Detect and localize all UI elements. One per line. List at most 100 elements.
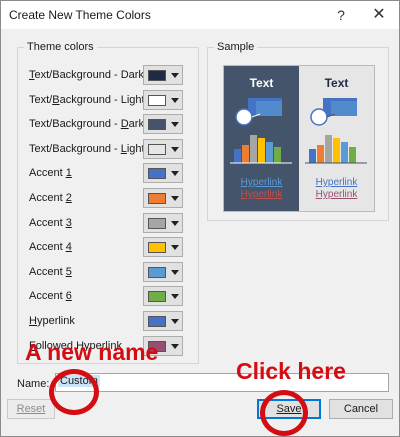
- theme-color-label: Text/Background - Dark 1: [29, 69, 153, 81]
- sample-light-panel: Text Hyperlink Hyperlink: [299, 66, 374, 211]
- sample-dark-hyperlink: Hyperlink: [240, 177, 283, 188]
- color-swatch: [148, 267, 166, 278]
- cancel-button-label: Cancel: [343, 403, 379, 415]
- theme-color-row: Text/Background - Dark 1: [29, 65, 194, 87]
- chevron-down-icon: [171, 221, 179, 226]
- theme-color-label-accel: 2: [65, 192, 72, 204]
- sample-dark-panel: Text Hyperlink Hyperlink: [224, 66, 299, 211]
- theme-color-label-pre: Accent: [29, 266, 66, 278]
- theme-color-label-accel: H: [29, 315, 37, 327]
- theme-color-label: Text/Background - Light 1: [29, 94, 154, 106]
- theme-color-label: Accent 6: [29, 290, 72, 302]
- theme-color-label: Accent 5: [29, 266, 72, 278]
- color-swatch: [148, 144, 166, 155]
- theme-color-label-accel: 5: [65, 266, 72, 278]
- theme-color-label-pre: Accent: [29, 192, 66, 204]
- theme-color-row: Accent 1: [29, 163, 194, 185]
- reset-button[interactable]: Reset: [7, 399, 55, 419]
- color-picker-button[interactable]: [143, 311, 183, 331]
- color-swatch: [148, 70, 166, 81]
- reset-button-label: Reset: [16, 403, 46, 415]
- color-swatch: [148, 242, 166, 253]
- theme-color-label-pre: Text/Background -: [29, 143, 121, 155]
- theme-color-label: Accent 4: [29, 241, 72, 253]
- color-swatch: [148, 95, 166, 106]
- title-bar: Create New Theme Colors ? ✕: [1, 1, 399, 29]
- close-button[interactable]: ✕: [367, 5, 391, 25]
- chevron-down-icon: [171, 147, 179, 152]
- theme-color-label-pre: Text/Background -: [29, 118, 121, 130]
- chevron-down-icon: [171, 294, 179, 299]
- theme-color-row: Accent 2: [29, 188, 194, 210]
- theme-color-row: Accent 6: [29, 286, 194, 308]
- theme-color-label-pre: Text/: [29, 94, 53, 106]
- annotation-new-name: A new name: [25, 339, 159, 365]
- color-picker-button[interactable]: [143, 90, 183, 110]
- sample-dark-text: Text: [249, 76, 274, 90]
- chevron-down-icon: [171, 270, 179, 275]
- theme-color-label-pre: Accent: [29, 290, 66, 302]
- chevron-down-icon: [171, 73, 179, 78]
- theme-color-label: Text/Background - Light 2: [29, 143, 154, 155]
- theme-color-row: Accent 5: [29, 262, 194, 284]
- theme-color-label-accel: D: [120, 118, 129, 130]
- chevron-down-icon: [171, 98, 179, 103]
- theme-color-label-pre: Accent: [29, 167, 66, 179]
- theme-color-label-post: yperlink: [36, 315, 75, 327]
- color-swatch: [148, 316, 166, 327]
- chevron-down-icon: [171, 344, 179, 349]
- theme-color-label-accel: 3: [65, 217, 72, 229]
- theme-color-row: Hyperlink: [29, 311, 194, 333]
- annotation-circle-name: [49, 369, 99, 415]
- color-swatch: [148, 168, 166, 179]
- help-button[interactable]: ?: [329, 5, 353, 25]
- theme-color-label: Accent 2: [29, 192, 72, 204]
- color-picker-button[interactable]: [143, 163, 183, 183]
- color-picker-button[interactable]: [143, 65, 183, 85]
- theme-color-row: Text/Background - Light 2: [29, 139, 194, 161]
- theme-color-label-post: ext/Background - Dark 1: [34, 69, 154, 81]
- dialog-title: Create New Theme Colors: [9, 8, 151, 22]
- theme-color-label-pre: Accent: [29, 241, 66, 253]
- theme-color-label-accel: B: [52, 94, 60, 106]
- sample-dark-followed-hyperlink: Hyperlink: [240, 189, 283, 200]
- theme-color-row: Text/Background - Dark 2: [29, 114, 194, 136]
- theme-color-label-accel: 4: [65, 241, 72, 253]
- sample-legend: Sample: [214, 41, 258, 53]
- theme-color-label-post: ackground - Light 1: [59, 94, 154, 106]
- color-picker-button[interactable]: [143, 286, 183, 306]
- theme-color-label: Accent 1: [29, 167, 72, 179]
- sample-light-hyperlink: Hyperlink: [315, 177, 358, 188]
- annotation-click-here: Click here: [236, 358, 346, 384]
- color-picker-button[interactable]: [143, 237, 183, 257]
- color-swatch: [148, 218, 166, 229]
- chevron-down-icon: [171, 171, 179, 176]
- sample-preview: Text Hyperlink Hyperlink Text Hyperlink …: [223, 65, 375, 212]
- chevron-down-icon: [171, 245, 179, 250]
- chevron-down-icon: [171, 319, 179, 324]
- color-picker-button[interactable]: [143, 262, 183, 282]
- theme-colors-legend: Theme colors: [24, 41, 97, 53]
- theme-color-label-accel: 1: [65, 167, 72, 179]
- color-picker-button[interactable]: [143, 139, 183, 159]
- name-label: Name:: [17, 378, 50, 390]
- theme-color-label: Hyperlink: [29, 315, 75, 327]
- color-picker-button[interactable]: [143, 114, 183, 134]
- theme-color-row: Text/Background - Light 1: [29, 90, 194, 112]
- color-picker-button[interactable]: [143, 213, 183, 233]
- color-swatch: [148, 119, 166, 130]
- chevron-down-icon: [171, 196, 179, 201]
- color-picker-button[interactable]: [143, 188, 183, 208]
- chevron-down-icon: [171, 122, 179, 127]
- theme-color-label: Text/Background - Dark 2: [29, 118, 153, 130]
- theme-color-label: Accent 3: [29, 217, 72, 229]
- color-swatch: [148, 291, 166, 302]
- cancel-button[interactable]: Cancel: [329, 399, 393, 419]
- theme-color-label-accel: 6: [65, 290, 72, 302]
- sample-light-followed-hyperlink: Hyperlink: [315, 189, 358, 200]
- theme-color-row: Accent 4: [29, 237, 194, 259]
- annotation-circle-save: [260, 390, 308, 436]
- create-theme-colors-dialog: Create New Theme Colors ? ✕ Theme colors…: [0, 0, 400, 437]
- color-swatch: [148, 193, 166, 204]
- theme-color-label-pre: Accent: [29, 217, 66, 229]
